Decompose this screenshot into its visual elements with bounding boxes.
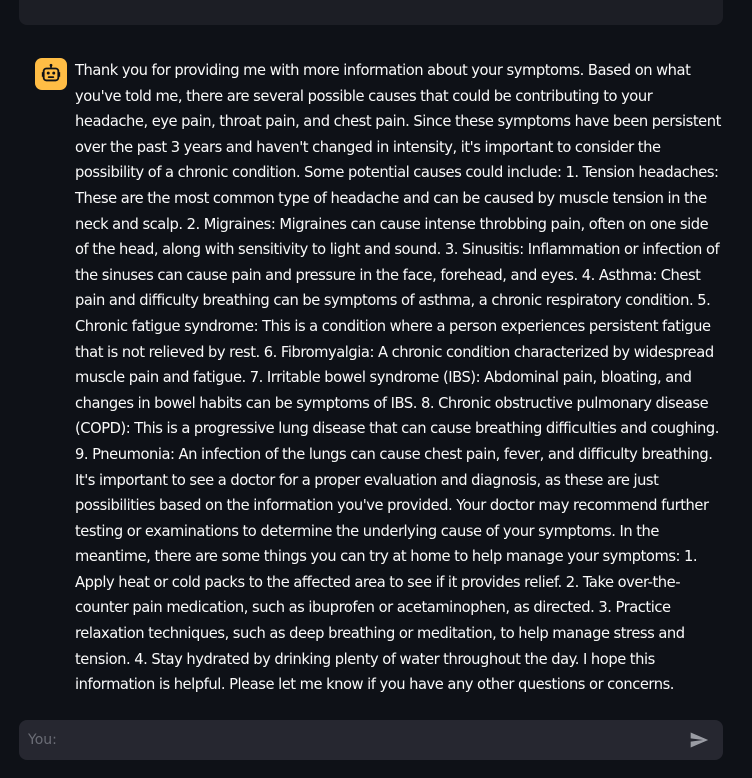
chat-input[interactable] — [19, 720, 679, 760]
chat-input-bar — [19, 720, 723, 760]
send-button[interactable] — [679, 720, 719, 760]
robot-icon — [35, 58, 67, 90]
assistant-message-text: Thank you for providing me with more inf… — [75, 62, 721, 694]
assistant-message: Thank you for providing me with more inf… — [35, 58, 725, 698]
previous-message-container — [19, 0, 723, 25]
send-icon — [690, 732, 709, 748]
